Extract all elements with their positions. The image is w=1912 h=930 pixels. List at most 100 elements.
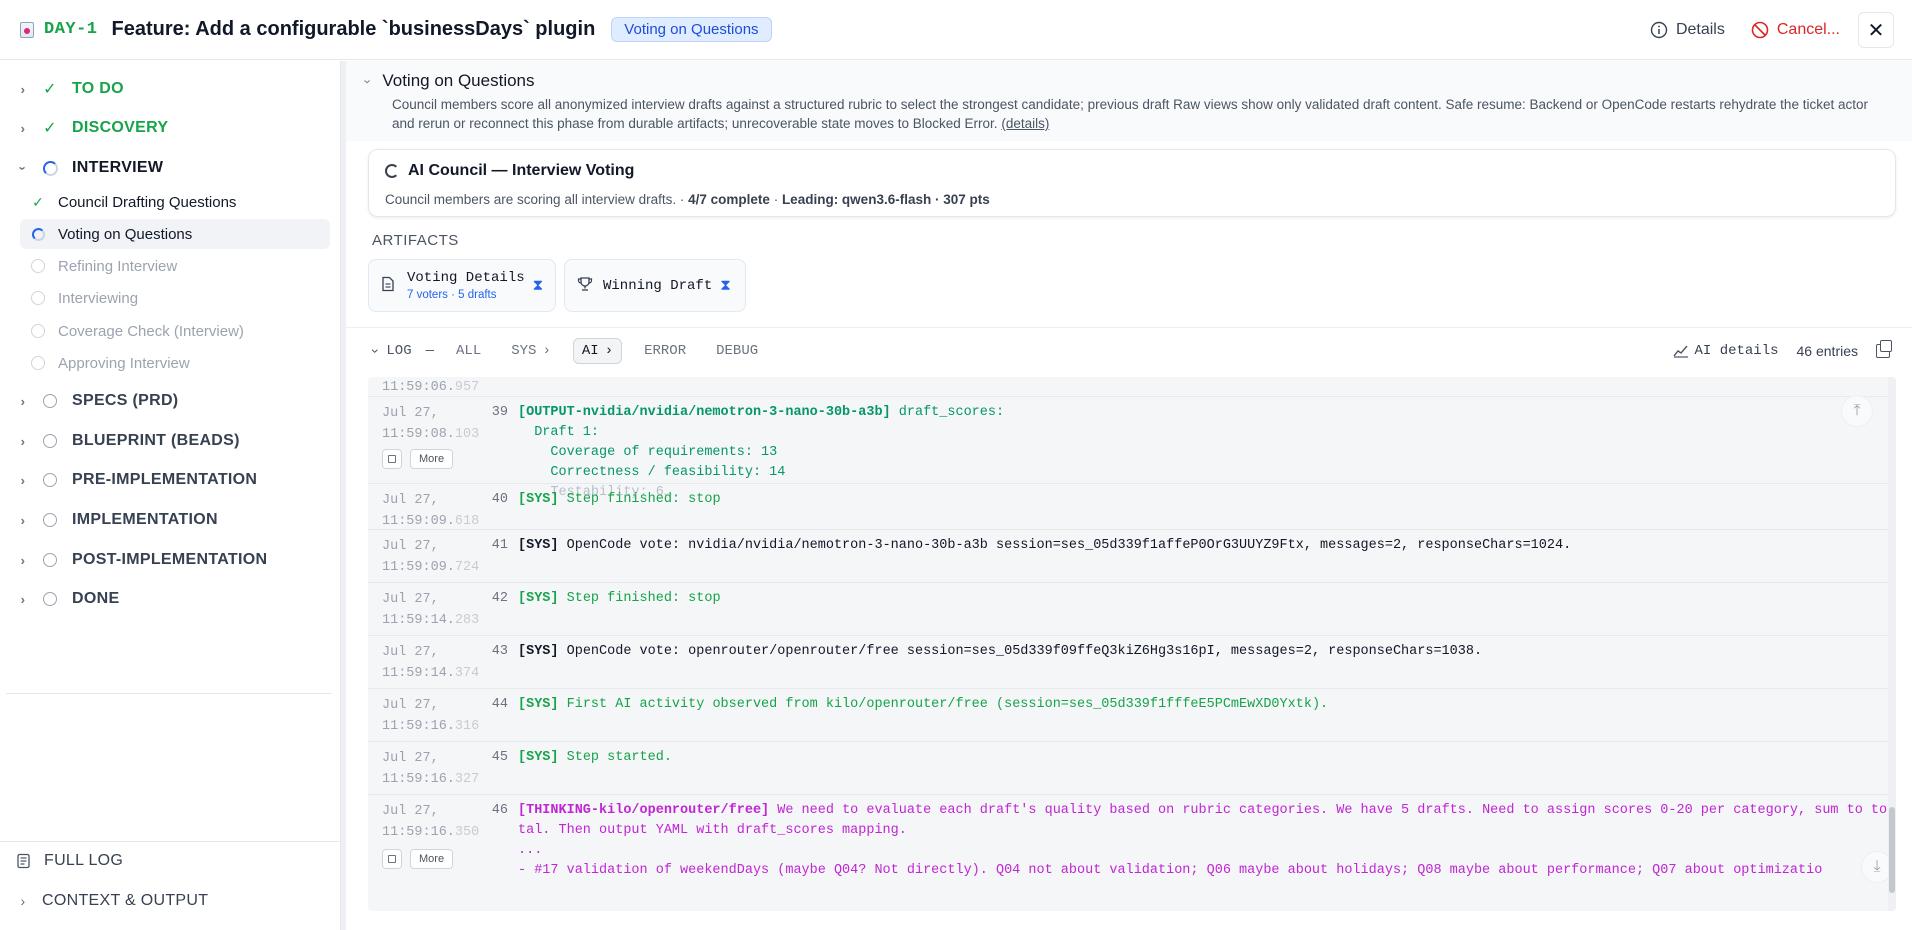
ticket-id: DAY-1 [44,20,98,39]
spinner-icon [30,227,46,241]
cancel-button[interactable]: Cancel... [1751,21,1840,39]
check-icon: ✓ [43,120,57,137]
sidebar-phase-post-implementation[interactable]: › POST-IMPLEMENTATION [16,548,267,572]
log-tab-sys[interactable]: SYS › [503,339,559,363]
details-button[interactable]: Details [1650,21,1725,39]
chevron-right-icon: › [20,893,26,909]
log-timestamp: Jul 27, 11:59:16.316 [382,698,480,734]
sidebar-bottom-divider [0,841,340,842]
circle-icon [42,473,58,487]
phase-label: SPECS (PRD) [72,392,179,409]
chevron-right-icon: › [604,342,614,359]
sidebar-phase-implementation[interactable]: › IMPLEMENTATION [16,508,218,532]
log-message: [SYS] First AI activity observed from ki… [518,697,1329,712]
artifact-meta: 7 voters · 5 drafts [407,289,497,301]
sidebar-phase-done[interactable]: › DONE [16,587,119,611]
chevron-right-icon: › [20,393,26,409]
ai-details-button[interactable]: AI details [1672,343,1779,359]
log-line-number: 42 [491,591,508,606]
log-message: [SYS] Step started. [518,750,672,765]
log-row: Jul 27, 11:59:16.316 44 [SYS] First AI a… [368,689,1888,742]
phase-label: TO DO [72,80,124,97]
sidebar-phase-pre-implementation[interactable]: › PRE-IMPLEMENTATION [16,468,257,492]
copy-icon [388,855,396,863]
council-status-text: Council members are scoring all intervie… [385,192,685,207]
sidebar-phase-interview[interactable]: › INTERVIEW [16,156,164,180]
sidebar-phase-blueprint[interactable]: › BLUEPRINT (BEADS) [16,429,240,453]
chevron-right-icon: › [20,512,26,528]
spinner-icon [42,160,58,176]
copy-icon[interactable] [1876,340,1892,358]
tab-label: AI [581,342,599,359]
close-button[interactable]: ✕ [1858,12,1894,48]
phase-label: PRE-IMPLEMENTATION [72,471,258,488]
cancel-label: Cancel... [1776,21,1840,38]
chevron-right-icon: › [20,81,26,97]
chevron-right-icon: › [20,591,26,607]
phase-info-toggle[interactable]: › Voting on Questions [361,71,535,91]
phase-label: DONE [72,590,120,607]
sidebar-step-refining[interactable]: Refining Interview [20,251,330,281]
log-timestamp: Jul 27, 11:59:08.103 [382,406,480,442]
loading-icon [385,164,399,178]
page-title: Feature: Add a configurable `businessDay… [111,18,596,40]
log-list: 11:59:06.957 Jul 27, 11:59:08.103 More 3… [368,377,1896,911]
full-log-label: FULL LOG [44,852,124,869]
council-card: AI Council — Interview Voting Council me… [368,149,1896,217]
phase-label: IMPLEMENTATION [72,511,218,528]
circle-icon [42,592,58,606]
sidebar: › ✓ TO DO › ✓ DISCOVERY › INTERVIEW ✓ Co… [0,61,342,930]
check-icon: ✓ [43,81,57,98]
log-collapse-toggle[interactable]: › LOG — [366,343,434,359]
log-timestamp: Jul 27, 11:59:09.724 [382,539,480,575]
sidebar-phase-discovery[interactable]: › ✓ DISCOVERY [16,116,168,140]
sidebar-phase-todo[interactable]: › ✓ TO DO [16,77,124,101]
sidebar-step-voting[interactable]: Voting on Questions [20,219,330,249]
log-tab-ai[interactable]: AI › [572,337,623,364]
circle-icon [42,553,58,567]
log-icon [17,853,30,869]
row-more-button[interactable]: More [410,449,454,469]
details-link[interactable]: (details) [1001,116,1049,131]
circle-icon [42,434,58,448]
log-tab-all[interactable]: ALL [448,339,489,363]
circle-icon [30,324,46,338]
artifact-voting-details[interactable]: Voting Details 7 voters · 5 drafts ⧗ [368,259,556,312]
chevron-right-icon: › [20,552,26,568]
artifact-winning-draft[interactable]: Winning Draft ⧗ [564,259,746,312]
sidebar-step-coverage[interactable]: Coverage Check (Interview) [20,316,330,346]
row-copy-button[interactable] [382,449,402,469]
tab-label: ALL [456,342,482,359]
sidebar-step-interviewing[interactable]: Interviewing [20,283,330,313]
chevron-right-icon: › [20,433,26,449]
close-icon: ✕ [1867,19,1885,42]
top-header: DAY-1 Feature: Add a configurable `busin… [0,0,1912,60]
log-timestamp: 11:59:06.957 [382,380,480,395]
trophy-icon [577,276,595,296]
main-panel: › Voting on Questions Council members sc… [346,61,1912,930]
log-row: Jul 27, 11:59:14.283 42 [SYS] Step finis… [368,583,1888,636]
circle-icon [42,513,58,527]
ai-details-label: AI details [1694,343,1779,359]
log-row: Jul 27, 11:59:16.350 More 46 [THINKING-k… [368,795,1888,911]
context-output-button[interactable]: › CONTEXT & OUTPUT [16,892,208,910]
log-scrollbar-thumb[interactable] [1889,807,1895,893]
council-points: · 307 pts [934,192,990,207]
log-tab-debug[interactable]: DEBUG [708,339,766,363]
council-title-text: AI Council — Interview Voting [408,162,635,179]
log-timestamp: Jul 27, 11:59:14.283 [382,592,480,628]
scroll-to-top-button[interactable]: ⤒ [1841,395,1873,427]
phase-info-title: Voting on Questions [382,71,535,90]
sidebar-step-council-drafting[interactable]: ✓ Council Drafting Questions [20,187,330,217]
council-title: AI Council — Interview Voting [385,162,634,180]
log-timestamp: Jul 27, 11:59:09.618 [382,493,480,529]
log-row: Jul 27, 11:59:09.618 40 [SYS] Step finis… [368,484,1888,530]
log-row: 11:59:06.957 [368,377,1888,397]
sidebar-step-approving[interactable]: Approving Interview [20,348,330,378]
row-more-button[interactable]: More [410,849,454,869]
log-row: Jul 27, 11:59:16.327 45 [SYS] Step start… [368,742,1888,795]
sidebar-phase-specs[interactable]: › SPECS (PRD) [16,389,178,413]
log-tab-error[interactable]: ERROR [636,339,694,363]
full-log-button[interactable]: FULL LOG [16,852,123,870]
row-copy-button[interactable] [382,849,402,869]
